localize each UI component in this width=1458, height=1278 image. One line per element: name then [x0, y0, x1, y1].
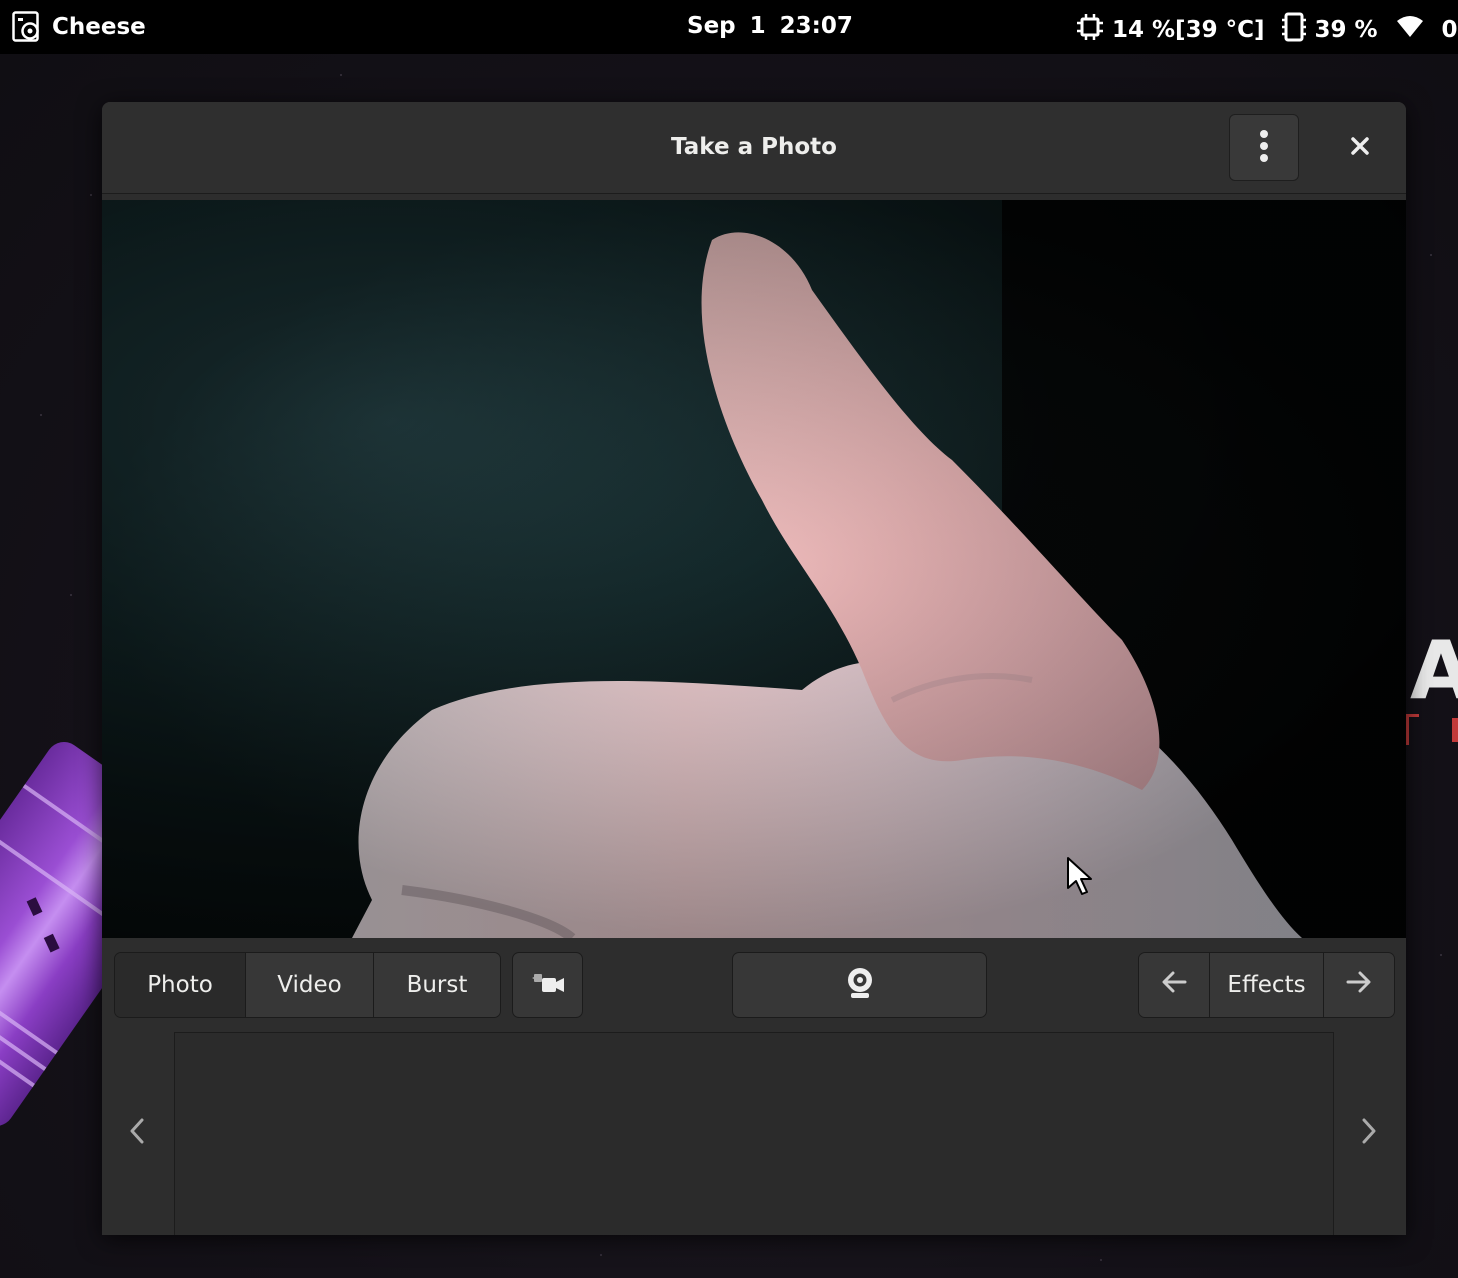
header-bar: Take a Photo [102, 102, 1406, 194]
mouse-pointer-icon [1066, 856, 1094, 900]
memory-usage: 39 % [1314, 17, 1378, 43]
star [1100, 1259, 1102, 1261]
close-icon [1350, 136, 1370, 160]
photo-mode-button[interactable]: Photo [115, 953, 246, 1017]
star [70, 594, 72, 596]
wifi-icon [1396, 15, 1424, 45]
clock-date: Sep 1 [687, 13, 766, 39]
system-tray[interactable]: 14 %[39 °C] 39 % 0 [1076, 12, 1458, 48]
star [1430, 254, 1432, 256]
star [600, 1254, 602, 1256]
top-bar: Cheese Sep 1 23:07 14 %[39 °C] 39 % 0 [0, 0, 1458, 54]
webcam-icon [845, 967, 875, 1003]
chevron-right-icon [1362, 1118, 1376, 1148]
effects-button[interactable]: Effects [1210, 953, 1324, 1017]
app-name: Cheese [52, 14, 146, 40]
arrow-left-icon [1161, 971, 1187, 999]
app-menu[interactable]: Cheese [12, 11, 146, 43]
controls-bar: Photo Video Burst Effects [102, 938, 1406, 1235]
memory-icon [1282, 12, 1307, 48]
arrow-right-icon [1346, 971, 1372, 999]
cheese-icon [12, 11, 42, 43]
mode-switcher: Photo Video Burst [114, 952, 501, 1018]
clock-time: 23:07 [779, 13, 853, 39]
background-lettering: AV [1410, 624, 1458, 717]
effects-switcher: Effects [1138, 952, 1395, 1018]
thumbnails-scroll-right[interactable] [1362, 1118, 1376, 1148]
next-effects-button[interactable] [1324, 953, 1394, 1017]
camera-switch-icon [530, 970, 566, 1000]
thumbnails-scroll-left[interactable] [130, 1118, 144, 1148]
close-button[interactable] [1327, 114, 1393, 181]
camera-switch-button[interactable] [512, 952, 583, 1018]
star [340, 74, 342, 76]
cpu-icon [1076, 13, 1104, 47]
previous-effects-button[interactable] [1139, 953, 1210, 1017]
thumbnail-strip[interactable] [174, 1032, 1334, 1235]
window-title: Take a Photo [671, 134, 837, 160]
cheese-window: Take a Photo Photo Video Burst Effects [102, 102, 1406, 1235]
cpu-usage: 14 %[39 °C] [1112, 17, 1265, 43]
vertical-dots-icon [1259, 129, 1269, 167]
video-mode-button[interactable]: Video [246, 953, 374, 1017]
chevron-left-icon [130, 1118, 144, 1148]
camera-preview [102, 200, 1406, 938]
background-decoration [1406, 714, 1419, 745]
hand-image [102, 200, 1406, 938]
take-photo-button[interactable] [732, 952, 987, 1018]
menu-button[interactable] [1229, 114, 1299, 181]
star [90, 194, 92, 196]
burst-mode-button[interactable]: Burst [374, 953, 500, 1017]
star [1440, 954, 1442, 956]
network-speed: 0 [1441, 17, 1458, 43]
star [40, 414, 42, 416]
clock[interactable]: Sep 1 23:07 [687, 13, 853, 39]
background-decoration [1452, 718, 1458, 742]
